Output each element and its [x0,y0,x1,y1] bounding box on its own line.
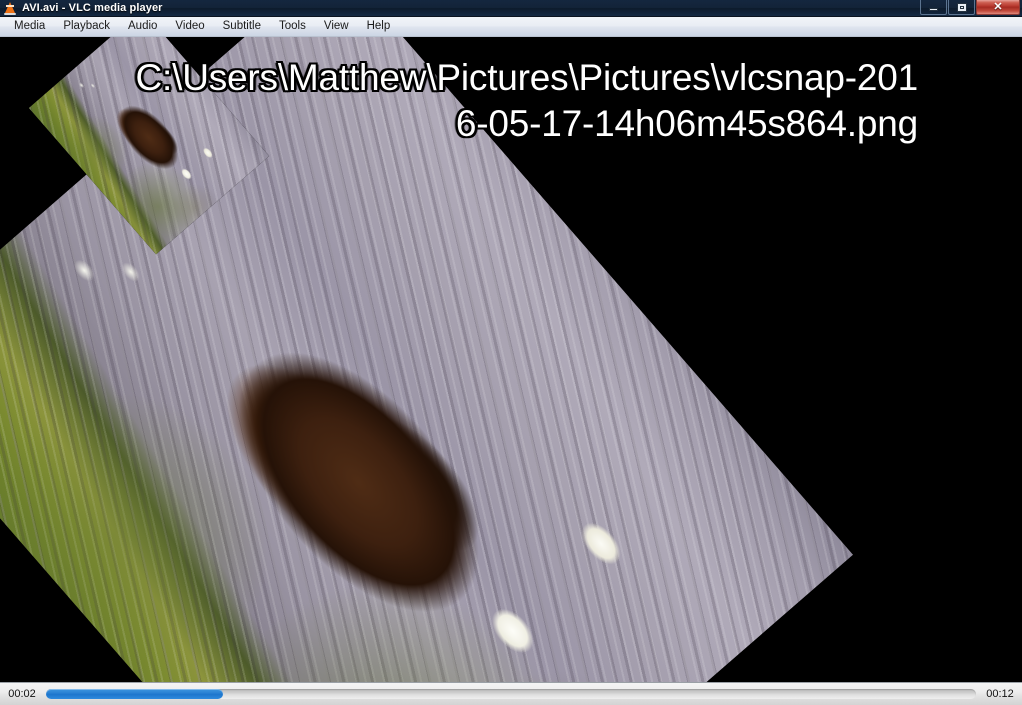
vlc-cone-icon [3,1,17,15]
menu-item-help[interactable]: Help [358,18,400,35]
total-time-label[interactable]: 00:12 [978,688,1022,700]
minimize-icon [929,8,938,11]
menu-item-tools[interactable]: Tools [270,18,315,35]
video-output-area[interactable]: C:\Users\Matthew\Pictures\Pictures\vlcsn… [0,37,1022,682]
vlc-media-player-window: AVI.avi - VLC media player ✕ Media Playb… [0,0,1022,705]
menu-item-video[interactable]: Video [166,18,213,35]
menu-item-playback[interactable]: Playback [54,18,119,35]
menu-item-audio[interactable]: Audio [119,18,166,35]
menu-bar: Media Playback Audio Video Subtitle Tool… [0,17,1022,37]
maximize-restore-button[interactable] [948,0,975,15]
title-bar[interactable]: AVI.avi - VLC media player ✕ [0,0,1022,17]
close-icon: ✕ [993,0,1003,13]
seek-bar-fill[interactable] [46,689,223,699]
close-button[interactable]: ✕ [976,0,1020,15]
window-controls: ✕ [920,0,1020,16]
minimize-button[interactable] [920,0,947,15]
maximize-icon [956,2,967,12]
menu-item-view[interactable]: View [315,18,358,35]
menu-item-subtitle[interactable]: Subtitle [214,18,270,35]
menu-item-media[interactable]: Media [5,18,54,35]
elapsed-time-label[interactable]: 00:02 [0,688,44,700]
window-title: AVI.avi - VLC media player [22,2,163,14]
seek-bar[interactable] [46,689,976,699]
control-bar: 00:02 00:12 [0,682,1022,705]
